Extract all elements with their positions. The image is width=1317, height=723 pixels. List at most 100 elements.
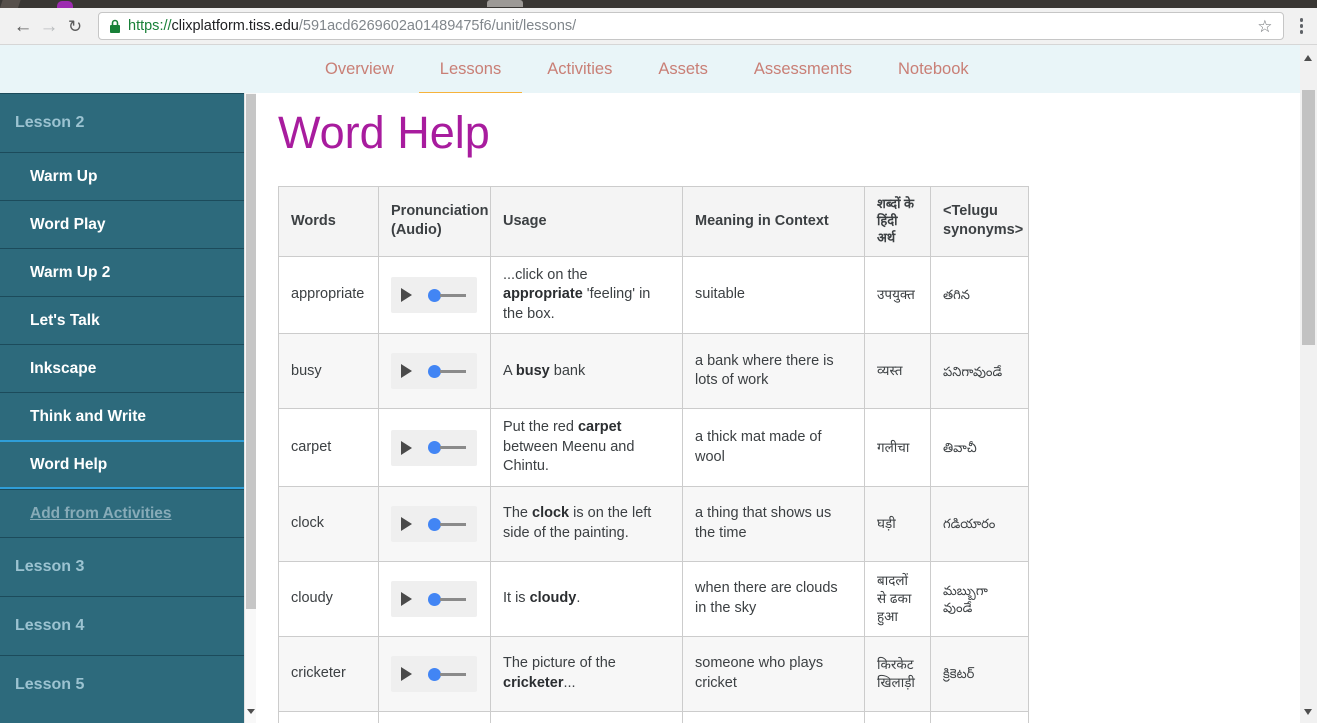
audio-slider-track[interactable] [440,672,466,676]
usage-cell: Put the red carpet between Meenu and Chi… [490,408,683,488]
forward-icon[interactable]: → [36,17,62,36]
sidebar-item-warm-up[interactable]: Warm Up [0,152,244,200]
sidebar-item-lesson-5[interactable]: Lesson 5 [0,655,244,714]
meaning-cell: suitable [682,255,865,335]
address-bar[interactable]: https://clixplatform.tiss.edu/591acd6269… [98,12,1284,40]
telugu-cell [930,711,1029,723]
usage-cell: A busy bank [490,333,683,410]
word-cell: appropriate [278,255,379,335]
hindi-cell: बादलों से ढका हुआ [864,561,931,638]
tab-activities[interactable]: Activities [547,60,612,79]
col-telugu: <Telugu synonyms> [930,186,1029,257]
play-icon[interactable] [401,288,412,303]
telugu-cell: తివాచీ [930,408,1029,488]
scroll-up-icon[interactable] [1304,55,1312,61]
audio-slider-track[interactable] [440,369,466,373]
page-scrollbar-thumb[interactable] [1302,90,1315,345]
audio-slider-track[interactable] [440,597,466,601]
audio-player[interactable] [391,656,477,693]
audio-cell [378,561,491,638]
bookmark-star-icon[interactable]: ☆ [1257,18,1272,35]
page-scrollbar[interactable] [1300,45,1317,723]
word-cell: clock [278,486,379,563]
sidebar-item-lesson-2[interactable]: Lesson 2 [0,93,244,152]
browser-toolbar: ← → ↻ https://clixplatform.tiss.edu/591a… [0,8,1317,45]
usage-cell: The clock is on the left side of the pai… [490,486,683,563]
audio-slider-track[interactable] [440,522,466,526]
browser-tab-top[interactable] [487,0,523,7]
meaning-cell: a thing that shows us the time [682,486,865,563]
audio-cell [378,486,491,563]
meaning-cell: a bank where there is lots of work [682,333,865,410]
col-usage: Usage [490,186,683,257]
word-cell: busy [278,333,379,410]
meaning-cell: a cap for throwing [682,711,865,723]
browser-window: ← → ↻ https://clixplatform.tiss.edu/591a… [0,0,1317,723]
table-row: cricketer The picture of the cricketer..… [278,636,1029,713]
tab-assessments[interactable]: Assessments [754,60,852,79]
url-host: clixplatform.tiss.edu [171,18,299,34]
play-icon[interactable] [401,592,412,607]
col-hindi: शब्दों के हिंदी अर्थ [864,186,931,257]
col-meaning: Meaning in Context [682,186,865,257]
word-cell: cloudy [278,561,379,638]
play-icon[interactable] [401,667,412,682]
telugu-cell: మబ్బుగా వుండే [930,561,1029,638]
back-icon[interactable]: ← [10,17,36,36]
audio-player[interactable] [391,429,477,466]
sidebar-item-add-from-activities[interactable]: Add from Activities [0,489,244,537]
audio-slider-track[interactable] [440,293,466,297]
table-header-row: Words Pronunciation (Audio) Usage Meanin… [278,186,1029,257]
sidebar-item-warm-up-2[interactable]: Warm Up 2 [0,248,244,296]
play-icon[interactable] [401,364,412,379]
url-path: /591acd6269602a01489475f6/unit/lessons/ [298,18,577,34]
sidebar-item-word-help[interactable]: Word Help [0,440,244,489]
telugu-cell: గడియారం [930,486,1029,563]
sidebar-item-inkscape[interactable]: Inkscape [0,344,244,392]
audio-player[interactable] [391,277,477,314]
sidebar-item-think-and-write[interactable]: Think and Write [0,392,244,440]
tab-assets[interactable]: Assets [658,60,708,79]
browser-menu-icon[interactable] [1294,18,1310,34]
sidebar-scroll-down-icon[interactable] [247,709,255,714]
sidebar-item-lesson-4[interactable]: Lesson 4 [0,596,244,655]
audio-player[interactable] [391,353,477,390]
audio-slider-track[interactable] [440,446,466,450]
sidebar-item-word-play[interactable]: Word Play [0,200,244,248]
table-row: cloudy It is cloudy. when there are clou… [278,561,1029,638]
usage-cell: The picture of the cricketer... [490,636,683,713]
reload-icon[interactable]: ↻ [62,18,88,35]
meaning-cell: a thick mat made of wool [682,408,865,488]
hindi-cell: व्यस्त [864,333,931,410]
sidebar-scrollbar-thumb[interactable] [246,94,256,609]
audio-player[interactable] [391,506,477,543]
audio-cell [378,333,491,410]
site-favicon-icon [57,1,73,8]
usage-cell [490,711,683,723]
telugu-cell: తగిన [930,255,1029,335]
tab-notebook[interactable]: Notebook [898,60,969,79]
sidebar-item-lets-talk[interactable]: Let's Talk [0,296,244,344]
tab-overview[interactable]: Overview [325,60,394,79]
word-cell: cricketer [278,636,379,713]
meaning-cell: someone who plays cricket [682,636,865,713]
browser-tab-strip [0,0,1317,8]
audio-player[interactable] [391,581,477,618]
tab-lessons[interactable]: Lessons [418,60,523,97]
play-icon[interactable] [401,440,412,455]
scroll-down-icon[interactable] [1304,709,1312,715]
audio-cell [378,408,491,488]
hindi-cell: किरकेट खिलाड़ी [864,636,931,713]
table-row: appropriate ...click on the appropriate … [278,255,1029,335]
browser-tab-shape [0,0,21,8]
play-icon[interactable] [401,517,412,532]
sidebar-item-lesson-3[interactable]: Lesson 3 [0,537,244,596]
word-cell [278,711,379,723]
audio-cell [378,636,491,713]
audio-cell [378,255,491,335]
table-row: clock The clock is on the left side of t… [278,486,1029,563]
hindi-cell [864,711,931,723]
meaning-cell: when there are clouds in the sky [682,561,865,638]
table-row: busy A busy bank a bank where there is l… [278,333,1029,410]
sidebar-scrollbar[interactable] [244,93,256,723]
